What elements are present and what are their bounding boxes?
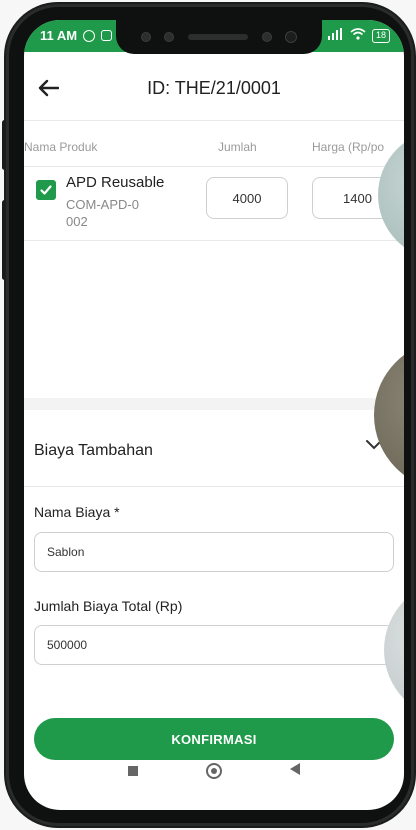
row-divider bbox=[24, 240, 404, 241]
column-header-price: Harga (Rp/po bbox=[312, 140, 385, 154]
cost-name-label: Nama Biaya * bbox=[34, 504, 120, 520]
decorative-photo-circle bbox=[374, 340, 404, 490]
product-name: APD Reusable bbox=[66, 174, 165, 191]
triangle-back-nav-icon[interactable] bbox=[290, 762, 300, 780]
section-divider bbox=[24, 486, 404, 487]
cost-total-label: Jumlah Biaya Total (Rp) bbox=[34, 598, 183, 614]
section-title-extra-cost: Biaya Tambahan bbox=[34, 442, 153, 459]
signal-icon bbox=[327, 28, 344, 43]
sensor-icon bbox=[164, 32, 175, 42]
product-code: COM-APD-0 002 bbox=[66, 197, 139, 229]
navigation-bar bbox=[24, 742, 404, 800]
decorative-photo-circle bbox=[384, 580, 404, 720]
table-header-divider bbox=[24, 166, 404, 167]
check-icon bbox=[40, 185, 52, 195]
status-bar: 11 AM 18 bbox=[24, 20, 404, 54]
cost-name-input[interactable]: Sablon bbox=[34, 532, 394, 572]
app-bar: ID: THE/21/0001 bbox=[24, 68, 404, 112]
quantity-input[interactable]: 4000 bbox=[206, 177, 288, 219]
cost-total-input[interactable]: 500000 bbox=[34, 625, 394, 665]
wifi-icon bbox=[350, 28, 366, 43]
circle-nav-icon[interactable] bbox=[206, 763, 222, 779]
battery-icon: 18 bbox=[371, 28, 390, 43]
column-header-product: Nama Produk bbox=[24, 140, 98, 154]
whatsapp-icon bbox=[83, 29, 96, 42]
column-header-quantity: Jumlah bbox=[218, 140, 257, 154]
speaker-grille bbox=[187, 34, 248, 40]
header-divider bbox=[24, 120, 404, 121]
status-time: 11 AM bbox=[40, 28, 113, 43]
square-nav-icon[interactable] bbox=[128, 766, 138, 776]
status-time-text: 11 AM bbox=[40, 28, 78, 43]
screen: 11 AM 18 ID: THE/21/0001 Nama Produk Jum… bbox=[24, 20, 404, 810]
notification-icon bbox=[101, 30, 113, 41]
section-separator bbox=[24, 398, 404, 410]
page-title: ID: THE/21/0001 bbox=[147, 78, 281, 98]
status-icons: 18 bbox=[327, 28, 390, 43]
product-checkbox[interactable] bbox=[36, 180, 56, 200]
sensor-icon bbox=[140, 32, 151, 42]
sensor-icon bbox=[261, 32, 272, 42]
camera-notch bbox=[116, 20, 322, 54]
front-camera-icon bbox=[285, 31, 298, 43]
